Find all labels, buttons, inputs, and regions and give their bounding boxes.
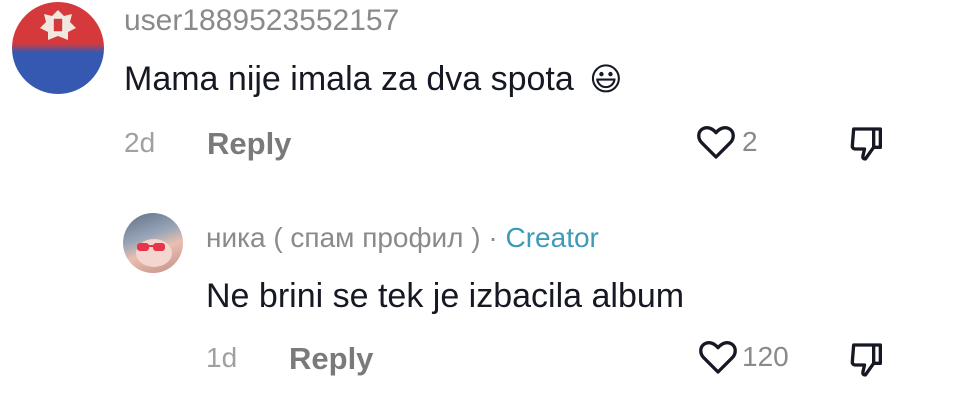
reply-comment-item: ника ( спам профил ) · Creator Ne brini …: [0, 200, 960, 413]
dislike-button[interactable]: [847, 124, 887, 169]
heart-icon: [697, 126, 735, 159]
reply-button[interactable]: Reply: [207, 126, 291, 162]
comment-text: Mama nije imala za dva spota 😃: [124, 60, 623, 99]
comment-username[interactable]: user1889523552157: [124, 4, 399, 38]
thumbs-down-icon: [850, 343, 882, 377]
heart-icon: [699, 341, 737, 374]
sunglasses-icon: [136, 239, 172, 267]
comment-username-text[interactable]: ника ( спам профил ): [206, 222, 481, 253]
eagle-emblem-icon: [40, 10, 76, 40]
comment-username: ника ( спам профил ) · Creator: [206, 222, 599, 254]
avatar[interactable]: [12, 2, 104, 94]
comment-text-body: Mama nije imala za dva spota: [124, 60, 574, 98]
like-count: 120: [742, 341, 789, 372]
comment-item: user1889523552157 Mama nije imala za dva…: [0, 0, 960, 190]
reply-button[interactable]: Reply: [289, 341, 373, 377]
like-button[interactable]: 2: [696, 123, 758, 161]
like-count: 2: [742, 126, 758, 157]
comment-timestamp: 2d: [124, 127, 156, 158]
creator-badge: Creator: [505, 222, 599, 253]
grinning-emoji-icon: 😃: [589, 61, 623, 97]
comment-text: Ne brini se tek je izbacila album: [206, 277, 685, 315]
like-button[interactable]: 120: [698, 338, 789, 376]
avatar[interactable]: [123, 213, 183, 273]
dislike-button[interactable]: [847, 340, 887, 385]
comment-timestamp: 1d: [206, 342, 238, 373]
thumbs-down-icon: [850, 127, 882, 161]
separator-dot: ·: [488, 222, 498, 253]
